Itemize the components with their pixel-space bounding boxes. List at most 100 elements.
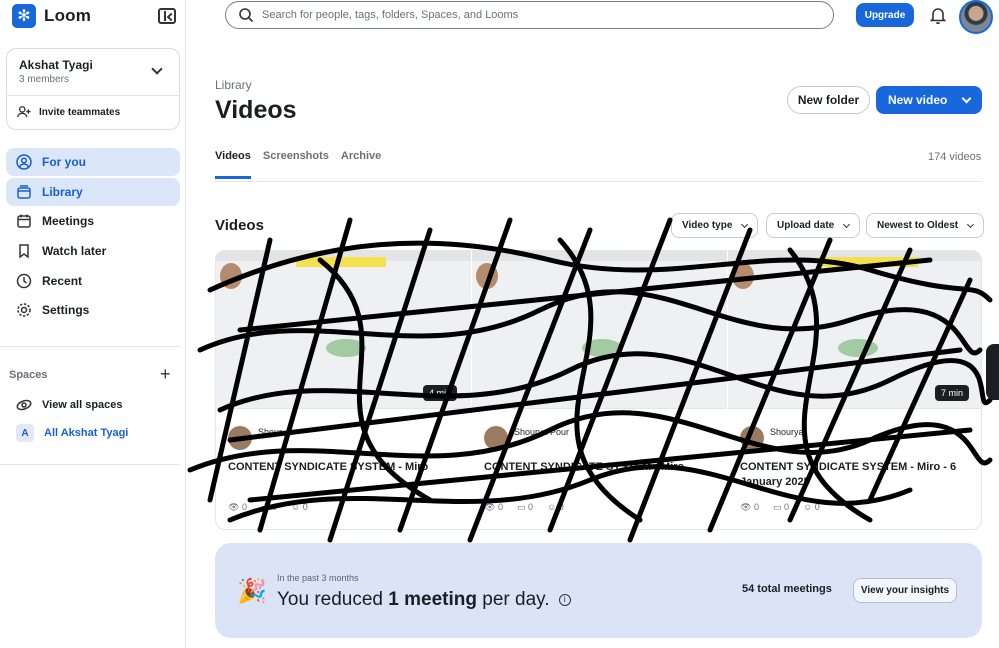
thumbnail-banner	[296, 257, 386, 267]
view-insights-button[interactable]: View your insights	[853, 578, 957, 603]
filter-label: Newest to Oldest	[877, 220, 959, 231]
chevron-down-icon[interactable]	[151, 63, 163, 75]
filter-label: Upload date	[777, 220, 835, 231]
workspace-name[interactable]: Akshat Tyagi	[19, 58, 93, 72]
chevron-down-icon	[961, 93, 972, 103]
add-space-icon[interactable]: +	[160, 365, 171, 383]
comments-count: ▭ 0	[260, 502, 277, 512]
breadcrumb[interactable]: Library	[215, 78, 252, 92]
insights-banner: 🎉 In the past 3 months You reduced 1 mee…	[215, 543, 982, 638]
video-title[interactable]: CONTENT SYNDICATE SYSTEM - Miro	[484, 460, 719, 475]
upgrade-button[interactable]: Upgrade	[856, 3, 914, 27]
chevron-down-icon	[741, 220, 749, 228]
tab-screenshots[interactable]: Screenshots	[263, 150, 329, 179]
brand[interactable]: ✻ Loom	[12, 4, 91, 28]
loom-logo-icon: ✻	[12, 4, 36, 28]
video-card[interactable]: 7 min Shourya CONTENT SYNDICATE SYSTEM -…	[728, 251, 981, 529]
video-stats: 👁 0 ▭ 0 ☺ 0	[228, 502, 308, 513]
insights-text-bold: 1 meeting	[388, 589, 477, 610]
workspace-members: 3 members	[19, 74, 70, 85]
duration-badge: 7 min	[934, 385, 969, 401]
thumbnail-shape	[326, 339, 366, 357]
filter-upload-date[interactable]: Upload date	[766, 213, 861, 238]
invite-teammates-button[interactable]: Invite teammates	[17, 105, 120, 119]
filter-video-type[interactable]: Video type	[671, 213, 759, 238]
video-thumbnail[interactable]: 7 min	[728, 251, 981, 409]
chevron-down-icon	[843, 220, 851, 228]
view-all-spaces-link[interactable]: View all spaces	[16, 398, 123, 412]
main-nav: For you Library Meetings Watch later Rec…	[6, 148, 180, 326]
divider	[0, 464, 180, 465]
calendar-icon	[16, 213, 32, 229]
avatar[interactable]	[959, 0, 993, 34]
comments-count: ▭ 0	[516, 502, 533, 512]
new-video-button[interactable]: New video	[876, 86, 982, 114]
nav-item-meetings[interactable]: Meetings	[6, 207, 180, 235]
info-icon[interactable]: i	[558, 593, 571, 606]
nav-label: Recent	[42, 273, 83, 288]
video-title[interactable]: CONTENT SYNDICATE SYSTEM - Miro	[228, 460, 463, 475]
clock-icon	[16, 273, 32, 289]
insights-message: You reduced 1 meeting per day. i	[277, 589, 571, 611]
search-input[interactable]	[262, 9, 802, 21]
views-count: 👁 0	[228, 502, 247, 512]
video-title[interactable]: CONTENT SYNDICATE SYSTEM - Miro - 6 Janu…	[740, 460, 975, 490]
video-thumbnail[interactable]	[472, 251, 727, 409]
views-count: 👁 0	[484, 502, 503, 512]
nav-item-recent[interactable]: Recent	[6, 267, 180, 295]
video-count: 174 videos	[928, 151, 982, 163]
divider	[215, 181, 982, 182]
avatar	[228, 426, 252, 450]
new-video-label: New video	[888, 93, 948, 107]
thumbnail-face	[476, 263, 498, 289]
loom-app: ✻ Loom Akshat Tyagi 3 members Invite tea…	[0, 0, 999, 648]
nav-label: Library	[42, 184, 83, 199]
bell-icon[interactable]	[930, 6, 946, 24]
nav-item-library[interactable]: Library	[6, 177, 180, 206]
collapse-sidebar-icon[interactable]	[158, 8, 176, 24]
reactions-count: ☺ 0	[290, 502, 308, 512]
reactions-value: 0	[558, 502, 564, 512]
video-card[interactable]: Shourya Pour CONTENT SYNDICATE SYSTEM - …	[472, 251, 727, 529]
invite-label: Invite teammates	[39, 106, 121, 118]
tabs: Videos Screenshots Archive	[215, 150, 381, 179]
add-user-icon	[17, 106, 31, 118]
thumbnail-shape	[838, 339, 878, 357]
spaces-icon	[16, 399, 32, 411]
search-bar[interactable]	[225, 1, 834, 29]
video-owner: Shourya	[770, 427, 804, 437]
space-label: All Akshat Tyagi	[44, 427, 129, 439]
nav-label: For you	[42, 155, 86, 169]
section-title: Videos	[215, 217, 264, 234]
party-popper-icon: 🎉	[237, 578, 267, 605]
bookmark-icon	[16, 243, 32, 259]
space-all-akshat-tyagi[interactable]: A All Akshat Tyagi	[16, 424, 128, 442]
comments-value: 0	[783, 502, 789, 512]
insights-text-post: per day.	[477, 589, 550, 610]
thumbnail-banner	[818, 257, 918, 267]
sort-order[interactable]: Newest to Oldest	[866, 213, 985, 238]
space-badge: A	[16, 424, 34, 442]
tab-videos[interactable]: Videos	[215, 150, 251, 179]
divider	[7, 95, 179, 96]
comments-count: ▭ 0	[772, 502, 789, 512]
new-folder-button[interactable]: New folder	[787, 86, 870, 114]
user-circle-icon	[16, 154, 32, 170]
insights-subtitle: In the past 3 months	[277, 573, 359, 583]
reactions-value: 0	[814, 502, 820, 512]
video-thumbnail[interactable]: 4 min	[216, 251, 471, 409]
comments-value: 0	[271, 502, 277, 512]
divider	[0, 346, 180, 347]
video-owner: Shourya Pour	[514, 427, 570, 437]
thumbnail-toolbar	[472, 251, 727, 261]
video-stats: 👁 0 ▭ 0 ☺ 0	[484, 502, 564, 513]
nav-item-settings[interactable]: Settings	[6, 296, 180, 324]
avatar	[484, 426, 508, 450]
side-panel-handle[interactable]	[986, 344, 999, 400]
gear-icon	[16, 302, 32, 318]
nav-item-watch-later[interactable]: Watch later	[6, 237, 180, 265]
video-card[interactable]: 4 min Shour CONTENT SYNDICATE SYSTEM - M…	[216, 251, 471, 529]
video-grid: 4 min Shour CONTENT SYNDICATE SYSTEM - M…	[215, 250, 982, 530]
tab-archive[interactable]: Archive	[341, 150, 381, 179]
nav-item-for-you[interactable]: For you	[6, 148, 180, 176]
